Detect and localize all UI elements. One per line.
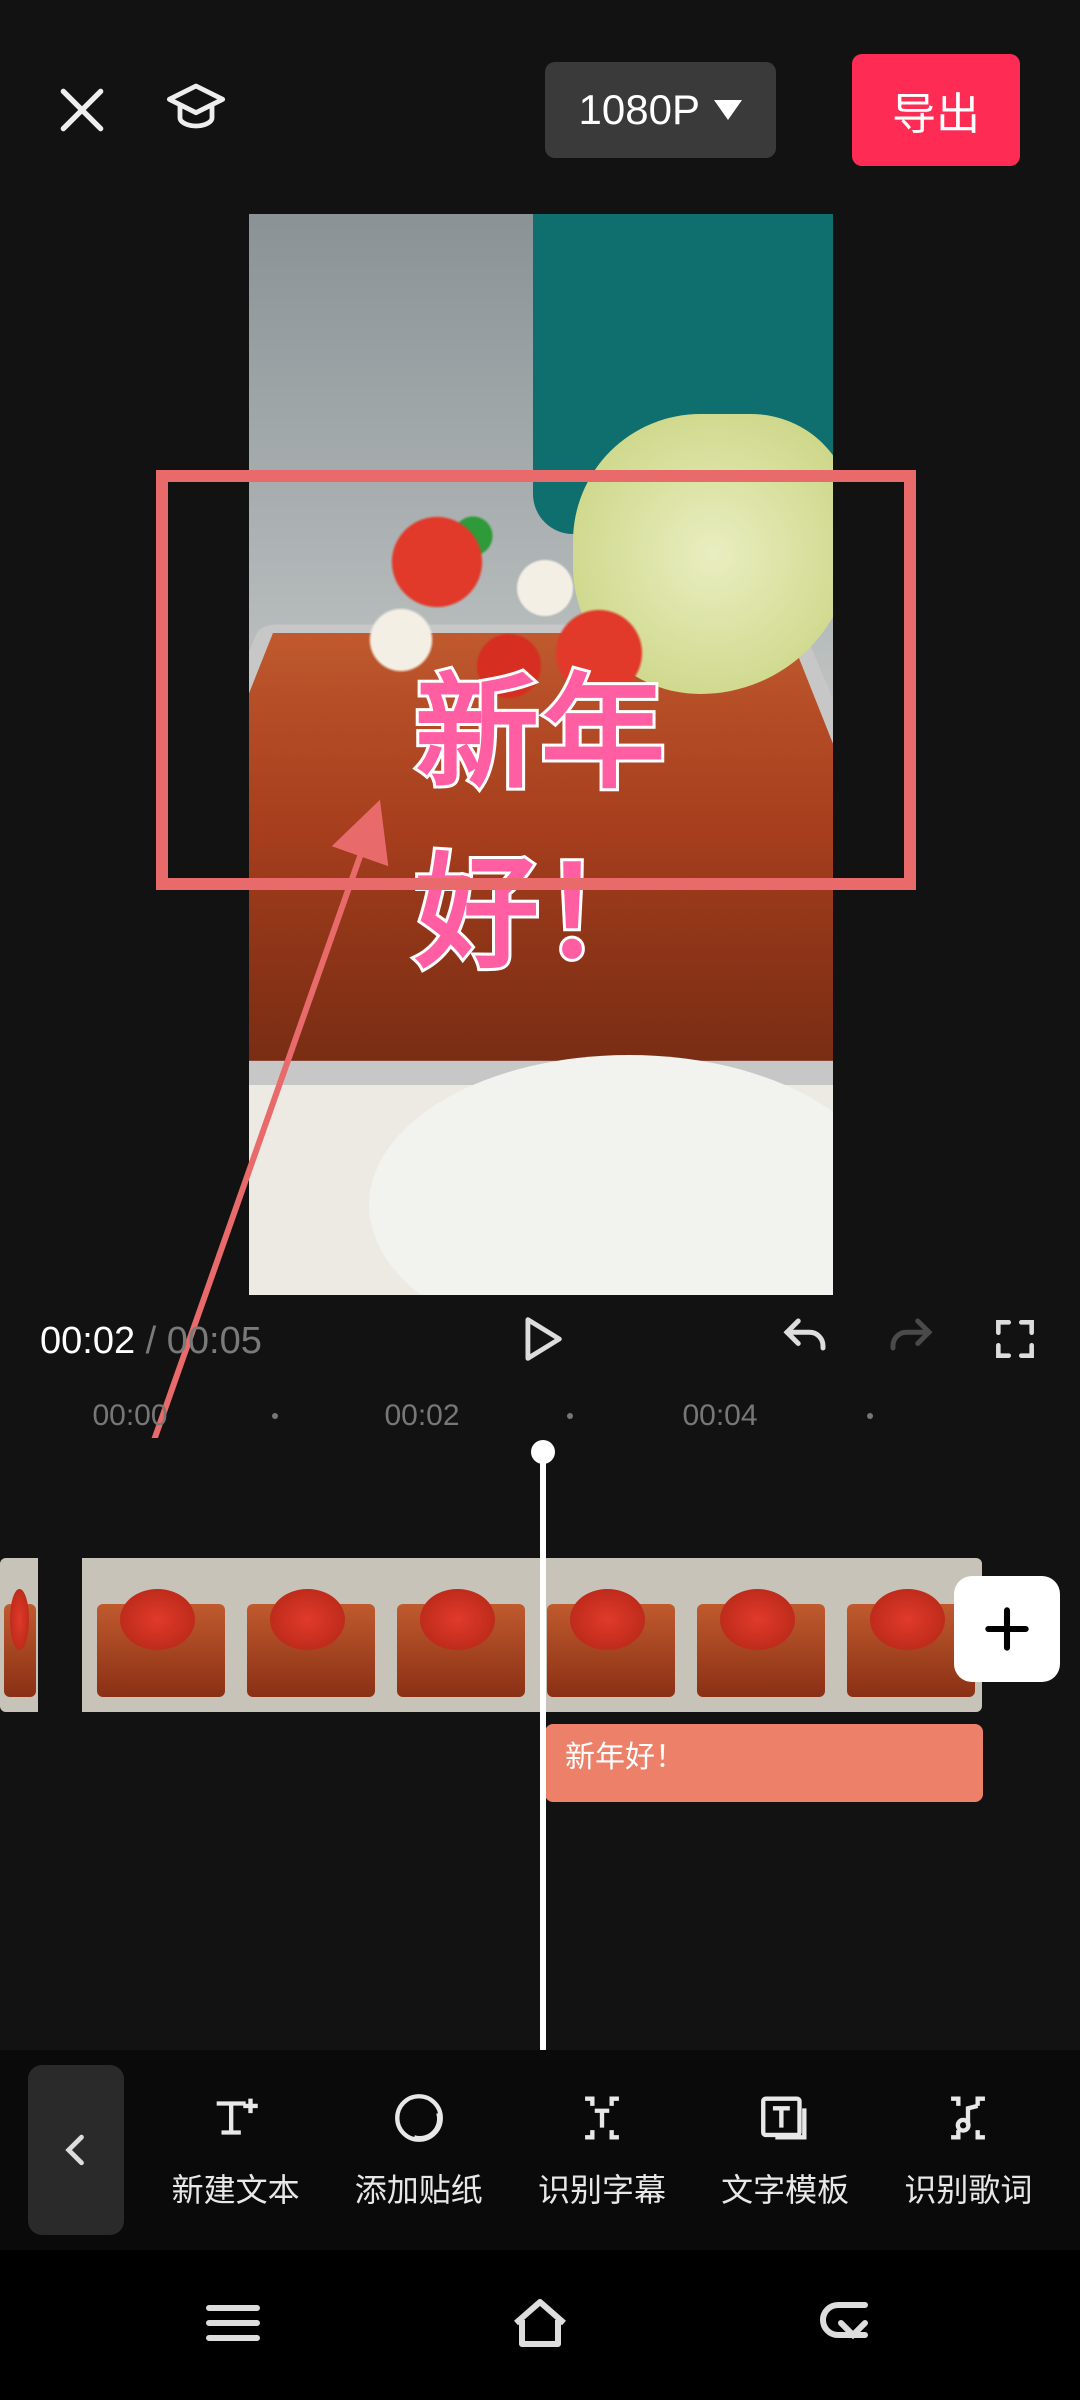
playback-bar: 00:02 / 00:05 [0, 1296, 1080, 1386]
export-label: 导出 [892, 90, 980, 139]
ruler-tick: 00:00 [92, 1399, 167, 1433]
text-clip[interactable]: 新年好！ [545, 1724, 983, 1802]
top-bar: 1080P 导出 [0, 0, 1080, 220]
text-clip-label: 新年好！ [565, 1741, 685, 1774]
current-time: 00:02 [40, 1320, 135, 1362]
resolution-label: 1080P [579, 86, 700, 134]
tool-label: 识别歌词 [904, 2165, 1032, 2211]
clip-thumbnail[interactable] [382, 1558, 532, 1712]
tool-auto-captions[interactable]: 识别字幕 [512, 2089, 692, 2211]
clip-thumbnail[interactable] [232, 1558, 382, 1712]
toolbar-back-button[interactable] [28, 2065, 124, 2235]
text-toolbar: 新建文本 添加贴纸 识别字幕 文字模板 识别歌词 [0, 2050, 1080, 2250]
preview-canvas[interactable]: 新年好！ [249, 214, 833, 1295]
tool-new-text[interactable]: 新建文本 [146, 2089, 326, 2211]
time-separator: / [135, 1320, 167, 1362]
sticker-icon [390, 2089, 448, 2147]
clip-thumbnail[interactable] [682, 1558, 832, 1712]
timeline-ruler[interactable]: 00:00 00:02 00:04 [0, 1394, 1080, 1438]
video-editor-app: 1080P 导出 新年好！ 00:02 / 00:05 [0, 0, 1080, 2400]
clip-thumbnail[interactable] [0, 1558, 38, 1712]
text-overlay[interactable]: 新年好！ [305, 632, 777, 992]
playhead[interactable] [540, 1450, 546, 2070]
ruler-dot [567, 1413, 573, 1419]
total-duration: 00:05 [167, 1320, 262, 1362]
export-button[interactable]: 导出 [852, 54, 1020, 166]
close-button[interactable] [50, 78, 114, 142]
chevron-down-icon [714, 100, 742, 120]
tool-auto-lyrics[interactable]: 识别歌词 [878, 2089, 1058, 2211]
tool-label: 文字模板 [721, 2165, 849, 2211]
nav-back-button[interactable] [811, 2287, 883, 2364]
tutorial-icon[interactable] [164, 78, 228, 142]
clip-thumbnail[interactable] [82, 1558, 232, 1712]
system-navbar [0, 2250, 1080, 2400]
tool-label: 添加贴纸 [355, 2165, 483, 2211]
add-clip-button[interactable] [954, 1576, 1060, 1682]
nav-menu-button[interactable] [197, 2287, 269, 2364]
tool-label: 新建文本 [172, 2165, 300, 2211]
ruler-dot [867, 1413, 873, 1419]
clip-thumbnail[interactable] [532, 1558, 682, 1712]
tool-label: 识别字幕 [538, 2165, 666, 2211]
resolution-button[interactable]: 1080P [545, 62, 776, 158]
nav-home-button[interactable] [504, 2287, 576, 2364]
captions-icon [573, 2089, 631, 2147]
ruler-tick: 00:04 [682, 1399, 757, 1433]
tool-text-templates[interactable]: 文字模板 [695, 2089, 875, 2211]
undo-button[interactable] [778, 1312, 832, 1371]
text-add-icon [207, 2089, 265, 2147]
timeline[interactable]: 新年好！ [0, 1438, 1080, 2090]
ruler-dot [272, 1413, 278, 1419]
lyrics-icon [939, 2089, 997, 2147]
text-template-icon [756, 2089, 814, 2147]
ruler-tick: 00:02 [384, 1399, 459, 1433]
fullscreen-button[interactable] [990, 1314, 1040, 1369]
time-display: 00:02 / 00:05 [40, 1320, 262, 1363]
play-button[interactable] [511, 1310, 569, 1373]
redo-button[interactable] [884, 1312, 938, 1371]
tool-add-sticker[interactable]: 添加贴纸 [329, 2089, 509, 2211]
